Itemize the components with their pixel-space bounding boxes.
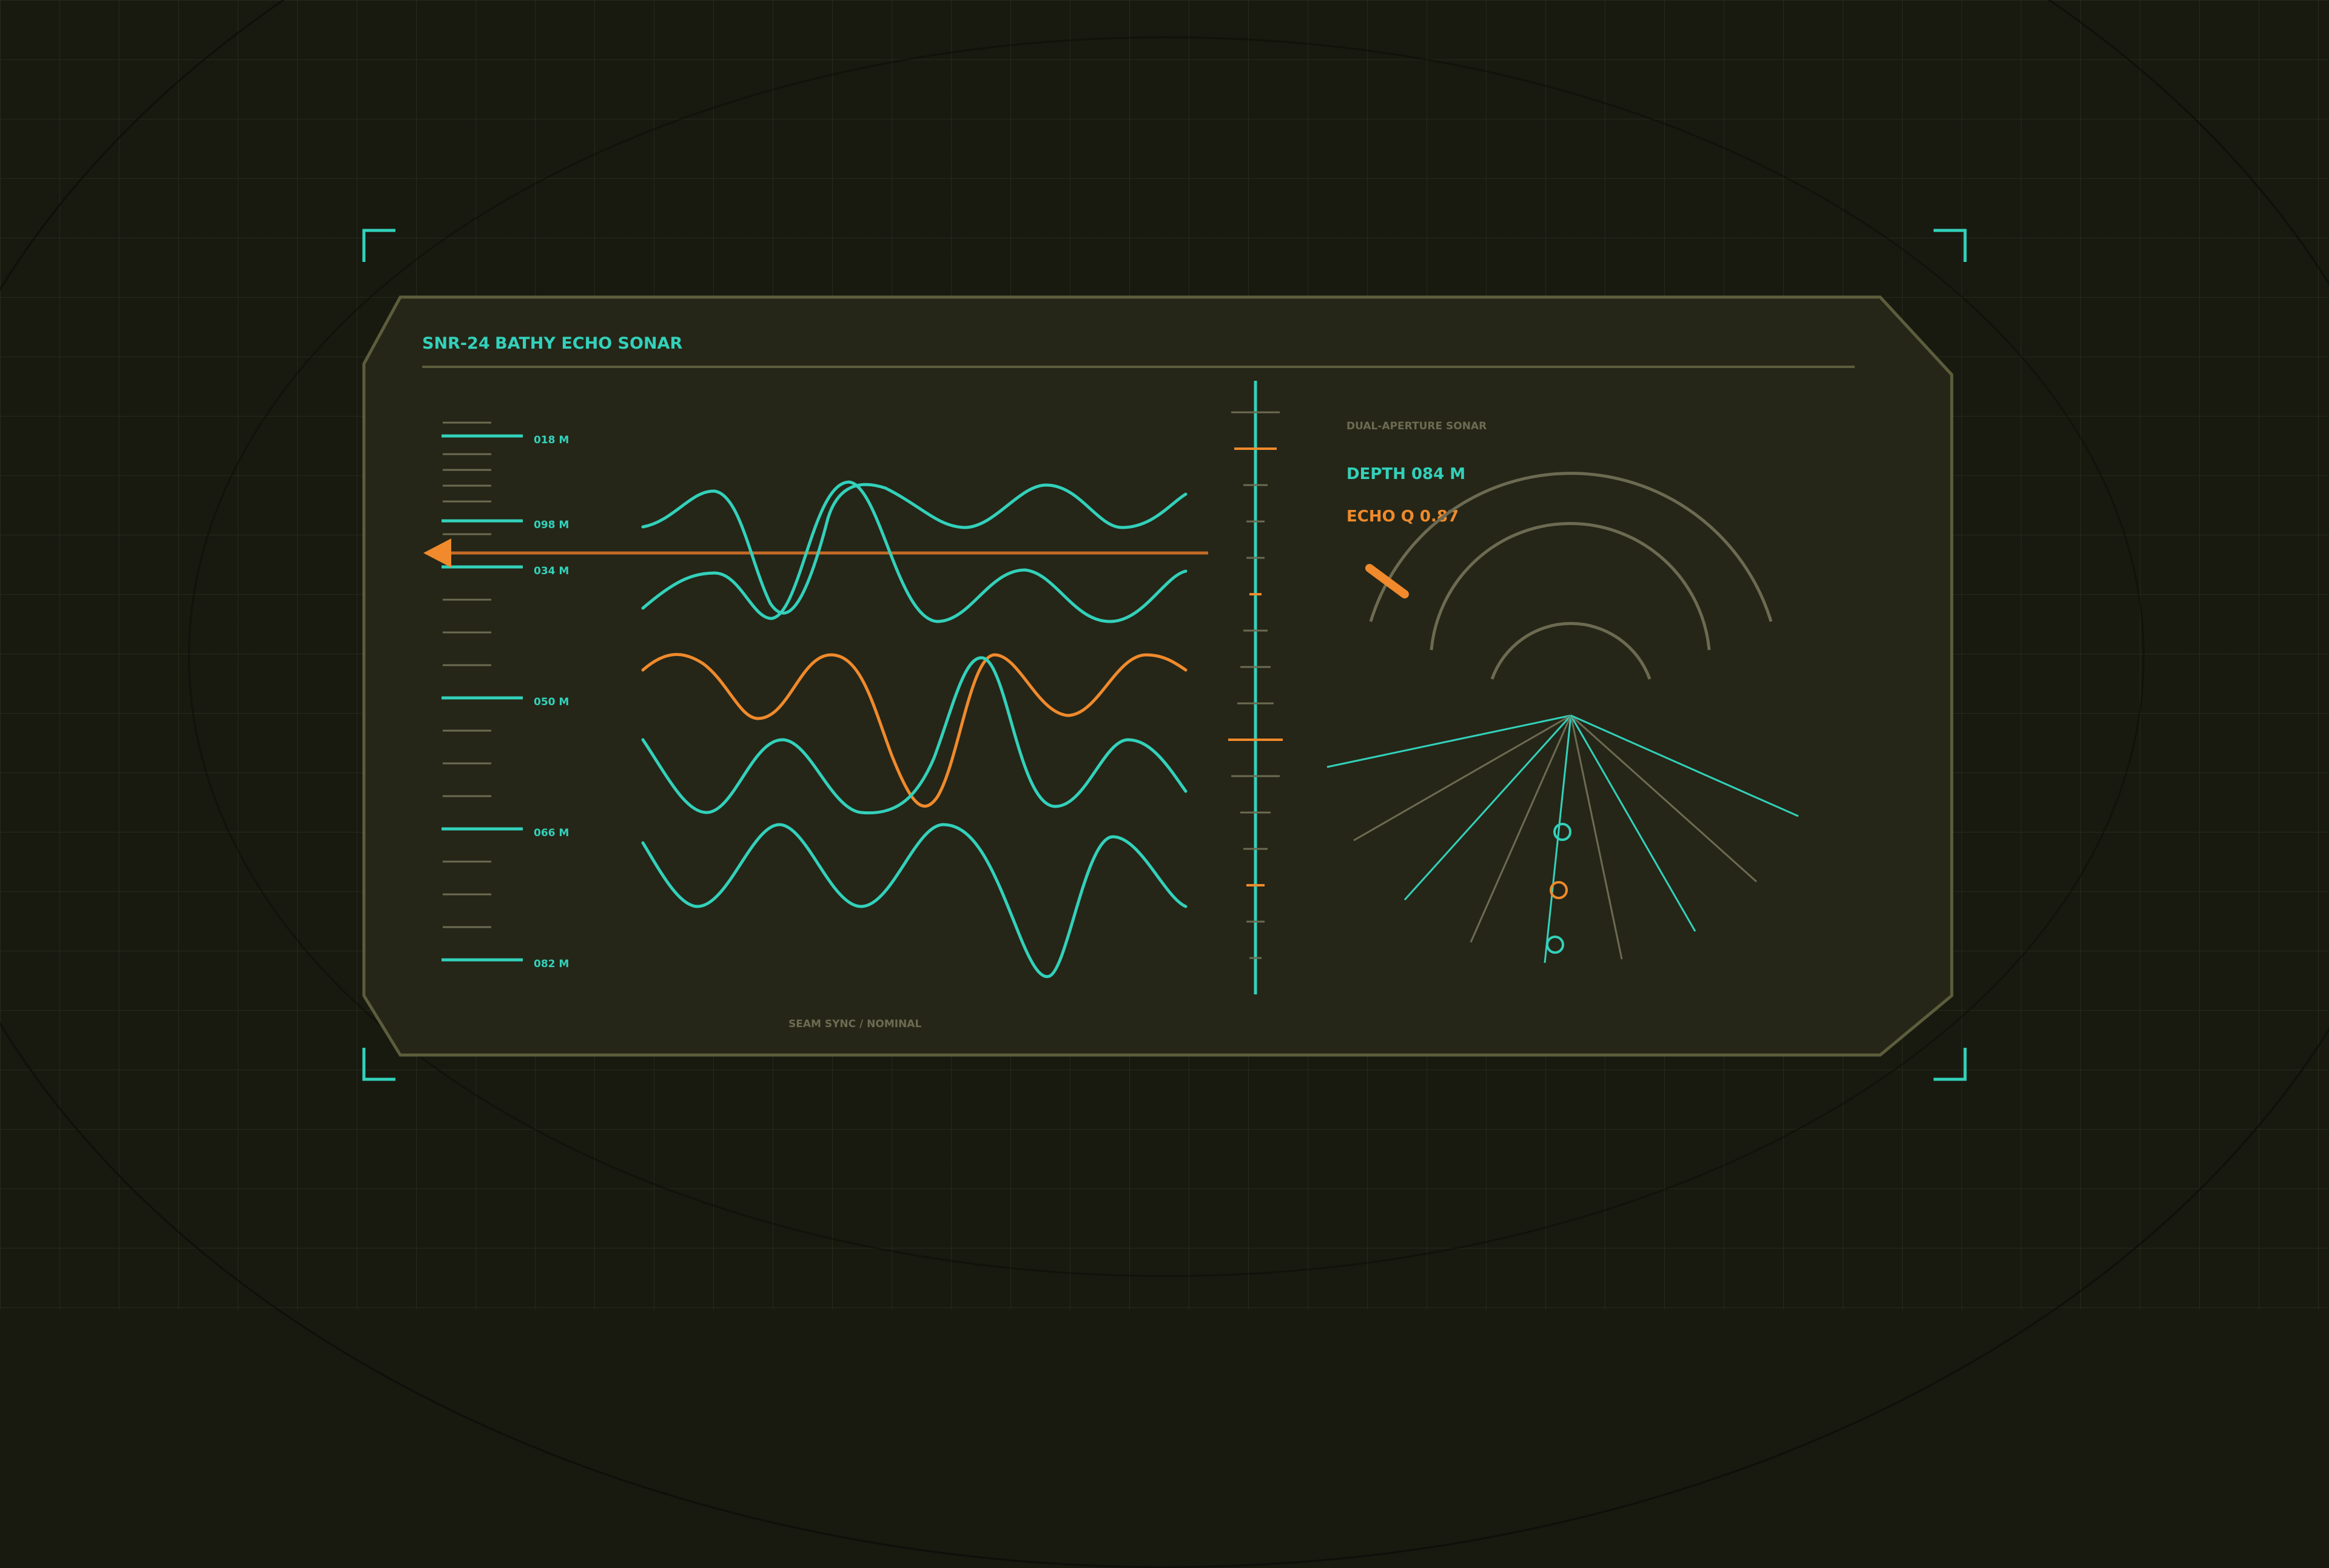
bracket-bottom-right — [1934, 1048, 1967, 1081]
panel-title-code: SNR-24 — [422, 334, 490, 353]
bracket-top-left — [362, 229, 395, 262]
depth-readout: DEPTH 084 M — [1346, 465, 1465, 483]
depth-label: 098 M — [534, 519, 569, 531]
sonar-hud: SNR-24 BATHY ECHO SONAR 018 M 098 M 034 … — [362, 229, 1967, 1081]
depth-label: 018 M — [534, 434, 569, 446]
depth-label: 066 M — [534, 827, 569, 839]
panel-title-name: BATHY ECHO SONAR — [495, 334, 682, 353]
depth-label: 034 M — [534, 565, 569, 577]
sonar-mode-label: DUAL-APERTURE SONAR — [1346, 420, 1487, 432]
main-panel — [362, 295, 1954, 1057]
footer-status: SEAM SYNC / NOMINAL — [788, 1018, 921, 1030]
depth-label: 082 M — [534, 958, 569, 970]
bracket-bottom-left — [362, 1048, 395, 1081]
bracket-top-right — [1934, 229, 1967, 262]
depth-label: 050 M — [534, 696, 569, 708]
